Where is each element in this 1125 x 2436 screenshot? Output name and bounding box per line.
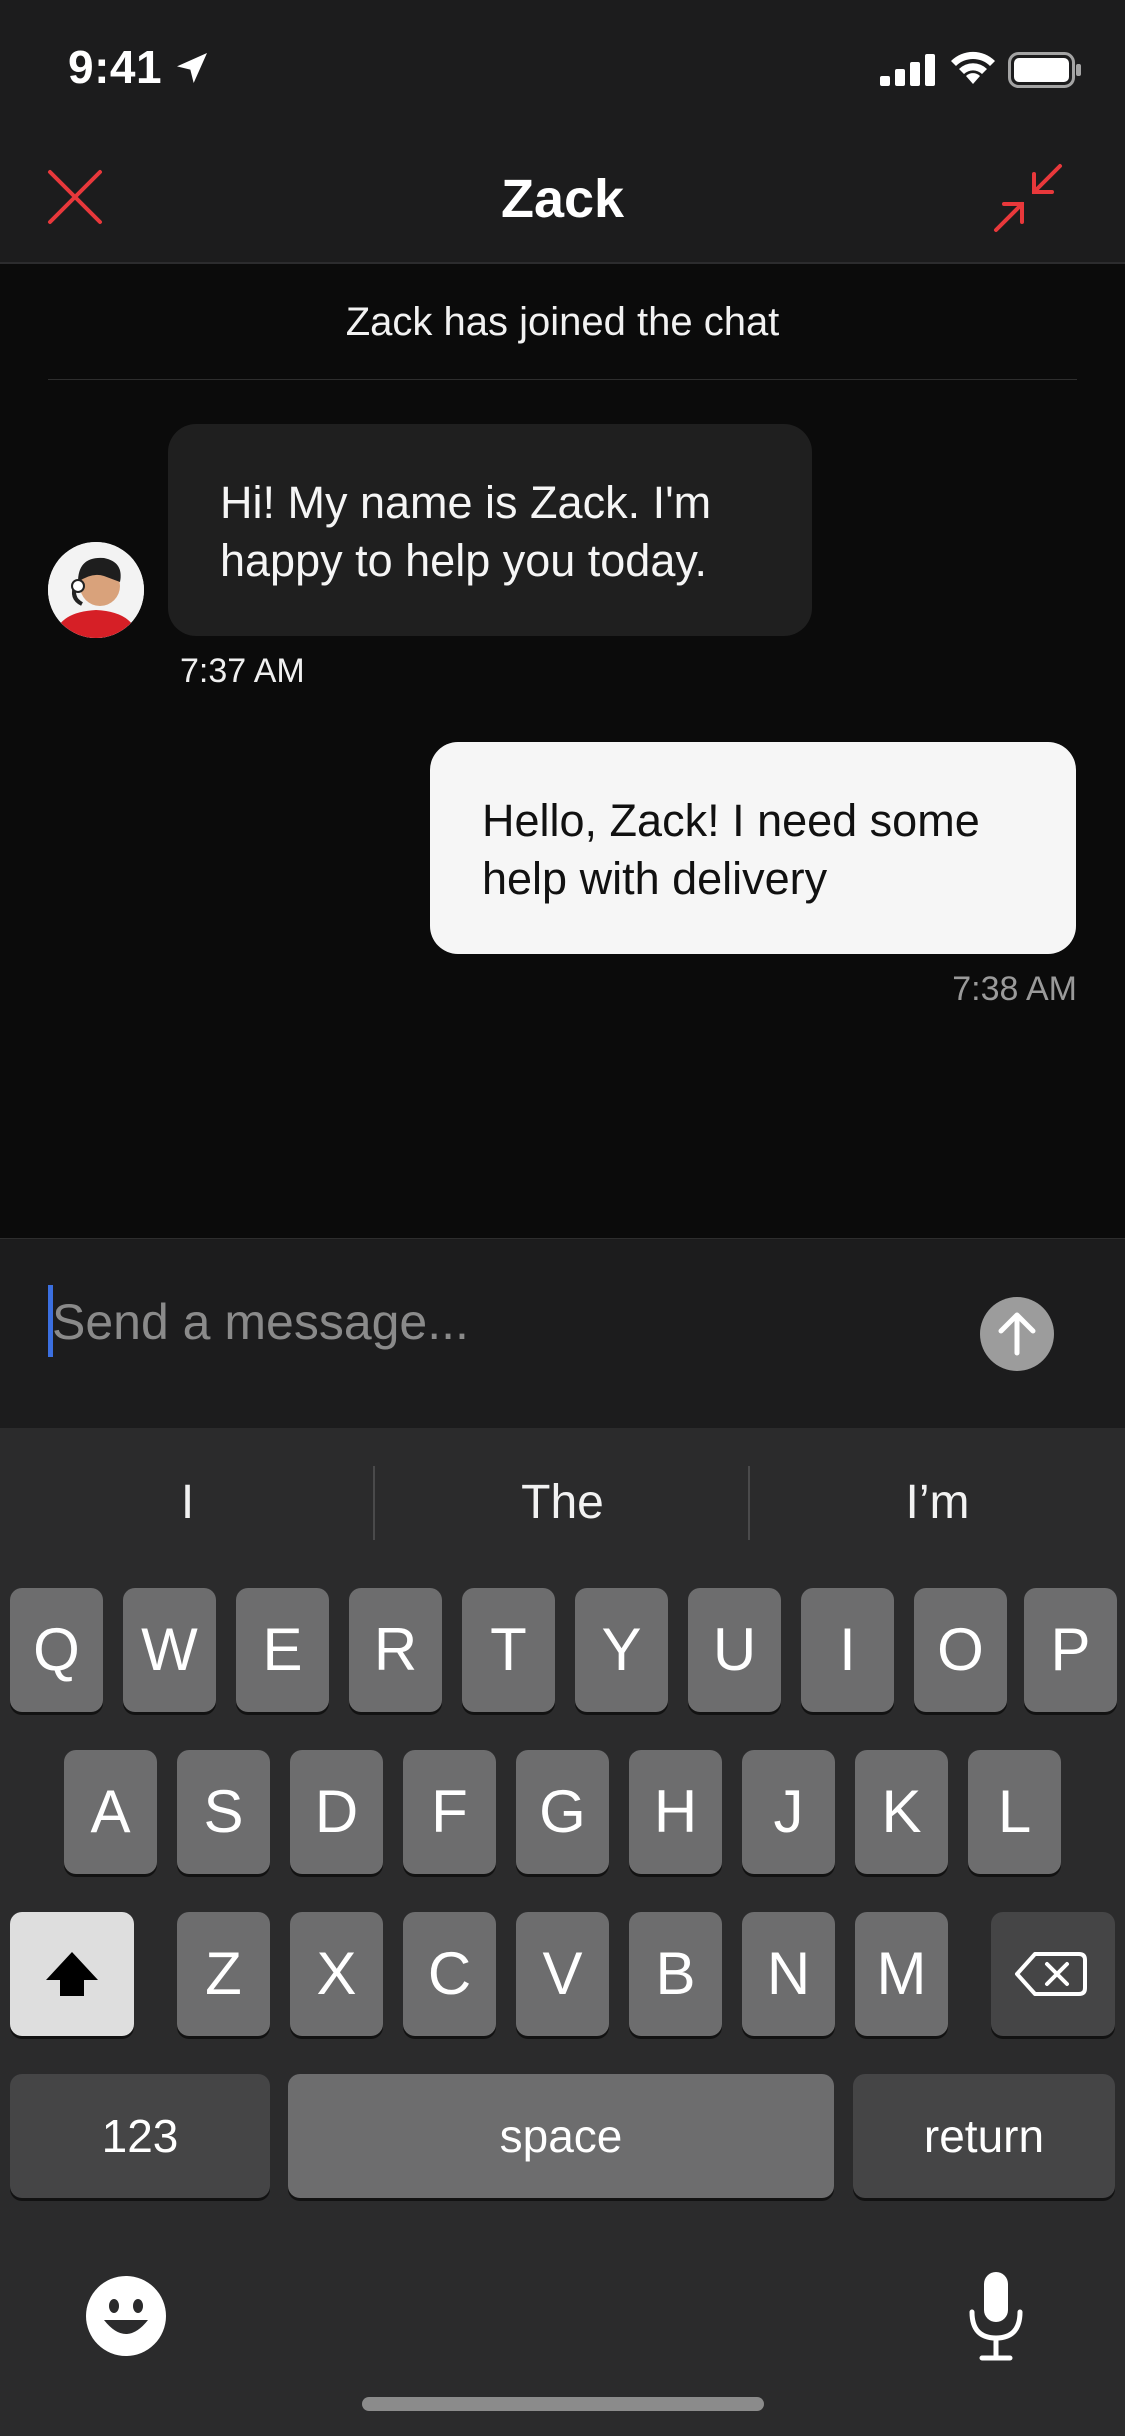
delete-key[interactable] bbox=[991, 1912, 1115, 2036]
key-x[interactable]: X bbox=[290, 1912, 383, 2036]
key-l[interactable]: L bbox=[968, 1750, 1061, 1874]
key-v[interactable]: V bbox=[516, 1912, 609, 2036]
agent-message-time: 7:37 AM bbox=[180, 652, 305, 690]
key-z[interactable]: Z bbox=[177, 1912, 270, 2036]
shift-arrow-icon bbox=[46, 1952, 98, 1996]
system-message: Zack has joined the chat bbox=[48, 300, 1077, 380]
agent-avatar-icon bbox=[48, 542, 144, 638]
location-arrow-icon bbox=[177, 53, 207, 83]
numbers-key[interactable]: 123 bbox=[10, 2074, 270, 2198]
minimize-button[interactable] bbox=[990, 160, 1066, 236]
suggestion-3[interactable]: I’m bbox=[750, 1428, 1125, 1578]
key-y[interactable]: Y bbox=[575, 1588, 668, 1712]
wifi-icon bbox=[951, 51, 995, 84]
backspace-icon bbox=[1015, 1952, 1087, 1996]
status-bar: 9:41 bbox=[0, 0, 1125, 130]
key-a[interactable]: A bbox=[64, 1750, 157, 1874]
user-message-time: 7:38 AM bbox=[952, 970, 1077, 1008]
agent-message-bubble: Hi! My name is Zack. I'm happy to help y… bbox=[168, 424, 812, 636]
chat-title: Zack bbox=[500, 169, 625, 229]
text-cursor bbox=[48, 1285, 53, 1357]
keyboard: I The I’m Q W E R T Y U I O P A S D F G … bbox=[0, 1428, 1125, 2436]
key-b[interactable]: B bbox=[629, 1912, 722, 2036]
status-time: 9:41 bbox=[68, 41, 163, 93]
message-composer bbox=[0, 1238, 1125, 1428]
predictive-bar: I The I’m bbox=[0, 1428, 1125, 1578]
agent-avatar bbox=[48, 542, 144, 638]
key-u[interactable]: U bbox=[688, 1588, 781, 1712]
key-d[interactable]: D bbox=[290, 1750, 383, 1874]
home-indicator bbox=[362, 2397, 764, 2411]
chat-header: Zack bbox=[0, 130, 1125, 264]
key-c[interactable]: C bbox=[403, 1912, 496, 2036]
message-input[interactable] bbox=[48, 1279, 928, 1365]
key-h[interactable]: H bbox=[629, 1750, 722, 1874]
key-s[interactable]: S bbox=[177, 1750, 270, 1874]
shift-key[interactable] bbox=[10, 1912, 134, 2036]
microphone-icon[interactable] bbox=[964, 2268, 1028, 2364]
cellular-signal-icon bbox=[880, 54, 935, 86]
key-g[interactable]: G bbox=[516, 1750, 609, 1874]
return-key[interactable]: return bbox=[853, 2074, 1115, 2198]
key-p[interactable]: P bbox=[1024, 1588, 1117, 1712]
emoji-icon[interactable] bbox=[84, 2274, 168, 2358]
send-button[interactable] bbox=[980, 1297, 1054, 1371]
key-i[interactable]: I bbox=[801, 1588, 894, 1712]
space-key[interactable]: space bbox=[288, 2074, 834, 2198]
battery-icon bbox=[1008, 52, 1081, 88]
key-o[interactable]: O bbox=[914, 1588, 1007, 1712]
key-k[interactable]: K bbox=[855, 1750, 948, 1874]
key-q[interactable]: Q bbox=[10, 1588, 103, 1712]
key-j[interactable]: J bbox=[742, 1750, 835, 1874]
user-message-bubble: Hello, Zack! I need some help with deliv… bbox=[430, 742, 1076, 954]
key-m[interactable]: M bbox=[855, 1912, 948, 2036]
suggestion-2[interactable]: The bbox=[375, 1428, 750, 1578]
key-w[interactable]: W bbox=[123, 1588, 216, 1712]
arrow-up-icon bbox=[998, 1312, 1036, 1356]
chat-transcript: Zack has joined the chat Hi! My name is … bbox=[0, 264, 1125, 1238]
key-e[interactable]: E bbox=[236, 1588, 329, 1712]
key-t[interactable]: T bbox=[462, 1588, 555, 1712]
key-n[interactable]: N bbox=[742, 1912, 835, 2036]
key-f[interactable]: F bbox=[403, 1750, 496, 1874]
suggestion-1[interactable]: I bbox=[0, 1428, 375, 1578]
key-r[interactable]: R bbox=[349, 1588, 442, 1712]
